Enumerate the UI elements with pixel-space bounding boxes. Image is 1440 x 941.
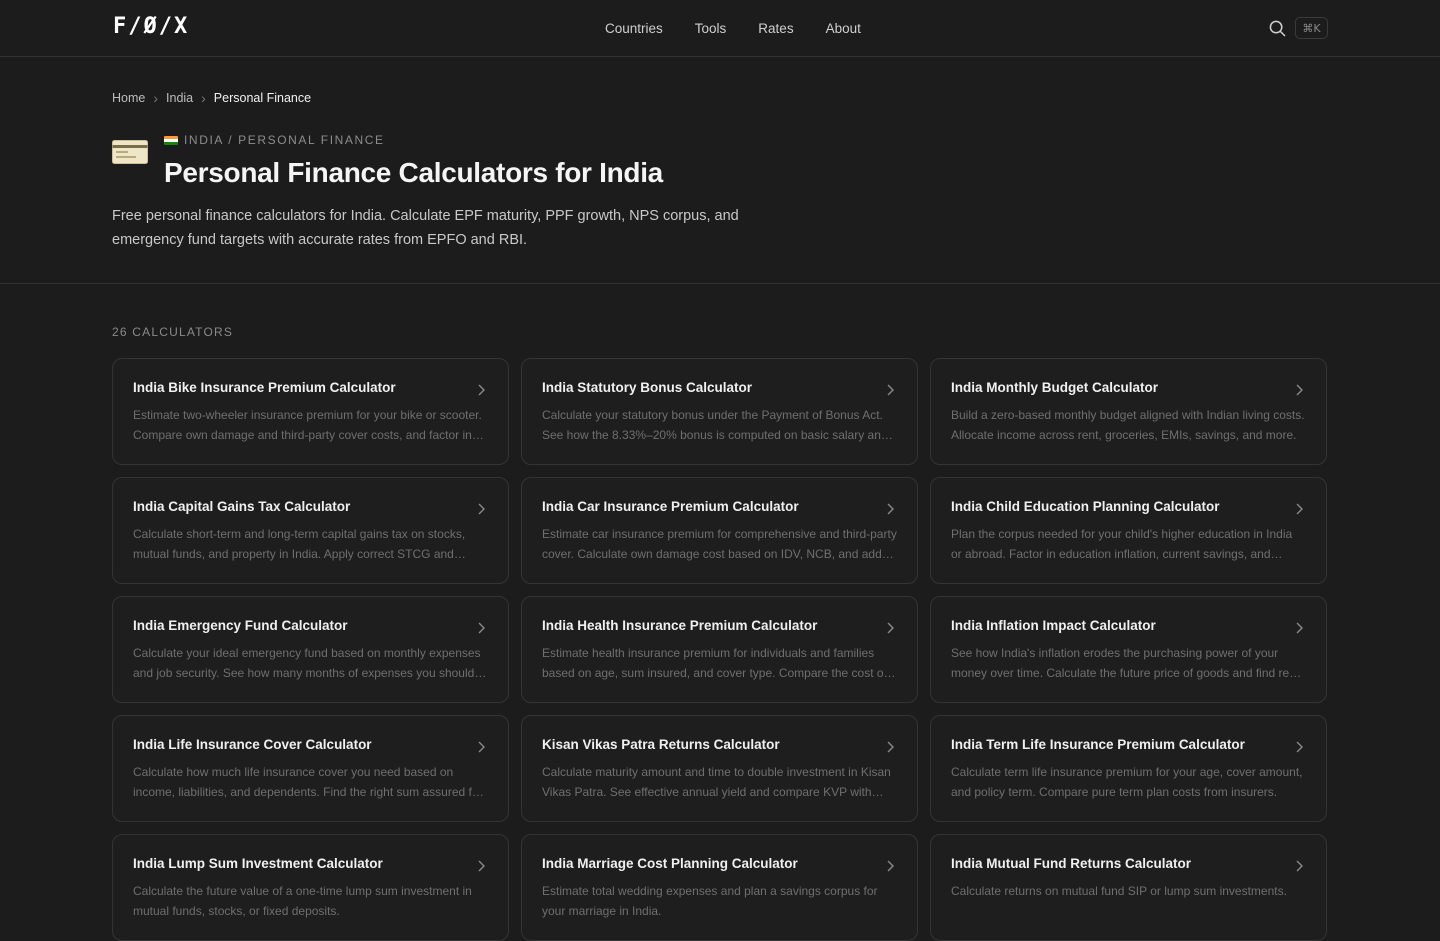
calculator-count: 26 CALCULATORS <box>112 325 234 339</box>
page-title: Personal Finance Calculators for India <box>164 157 663 188</box>
chevron-right-icon <box>478 741 485 753</box>
chevron-right-icon <box>478 860 485 872</box>
calculator-card[interactable]: India Child Education Planning Calculato… <box>930 477 1327 584</box>
nav-link-about[interactable]: About <box>826 20 861 38</box>
card-description: Plan the corpus needed for your child's … <box>951 527 1293 561</box>
card-title: Kisan Vikas Patra Returns Calculator <box>542 737 780 752</box>
chevron-right-icon <box>887 860 894 872</box>
credit-card-icon <box>112 140 148 164</box>
card-title: India Bike Insurance Premium Calculator <box>133 380 396 395</box>
chevron-right-icon <box>1296 622 1303 634</box>
card-title: India Lump Sum Investment Calculator <box>133 856 383 871</box>
card-title: India Inflation Impact Calculator <box>951 618 1156 633</box>
breadcrumb-home[interactable]: Home <box>112 91 145 105</box>
card-description: See how India's inflation erodes the pur… <box>951 646 1299 680</box>
section-divider <box>0 283 1440 284</box>
card-title: India Term Life Insurance Premium Calcul… <box>951 737 1245 752</box>
card-title: India Health Insurance Premium Calculato… <box>542 618 818 633</box>
page-description: Free personal finance calculators for In… <box>112 208 739 248</box>
india-flag-icon <box>164 135 178 145</box>
chevron-right-icon <box>1296 503 1303 515</box>
command-k-shortcut[interactable]: ⌘K <box>1295 17 1328 39</box>
chevron-right-icon <box>887 503 894 515</box>
calculator-card[interactable]: India Monthly Budget Calculator Build a z… <box>930 358 1327 465</box>
hero-eyebrow: INDIA / PERSONAL FINANCE <box>164 133 385 147</box>
chevron-right-icon <box>887 741 894 753</box>
calculator-card[interactable]: India Mutual Fund Returns Calculator Calc… <box>930 834 1327 941</box>
card-title: India Statutory Bonus Calculator <box>542 380 753 395</box>
calculator-card[interactable]: India Emergency Fund Calculator Calculate… <box>112 596 509 703</box>
chevron-right-icon <box>478 503 485 515</box>
card-title: India Car Insurance Premium Calculator <box>542 499 799 514</box>
card-description: Calculate your ideal emergency fund base… <box>133 646 481 680</box>
top-navigation-bar: F/Ø/X Countries Tools Rates About ⌘K <box>0 0 1440 57</box>
chevron-right-icon <box>478 384 485 396</box>
card-description: Calculate how much life insurance cover … <box>133 765 483 799</box>
card-description: Estimate car insurance premium for compr… <box>542 527 897 561</box>
calculator-card[interactable]: India Life Insurance Cover Calculator Cal… <box>112 715 509 822</box>
chevron-right-icon <box>1296 384 1303 396</box>
chevron-right-icon <box>1296 860 1303 872</box>
card-description: Estimate two-wheeler insurance premium f… <box>133 408 482 442</box>
calculator-card[interactable]: India Lump Sum Investment Calculator Calc… <box>112 834 509 941</box>
card-title: India Emergency Fund Calculator <box>133 618 348 633</box>
chevron-right-icon <box>887 622 894 634</box>
main-nav: Countries Tools Rates About <box>605 20 861 38</box>
card-description: Calculate the future value of a one-time… <box>133 884 472 918</box>
calculator-card[interactable]: India Car Insurance Premium Calculator Es… <box>521 477 918 584</box>
calculator-card[interactable]: India Health Insurance Premium Calculato… <box>521 596 918 703</box>
chevron-right-icon: › <box>153 90 159 106</box>
breadcrumb: Home › India › Personal Finance <box>112 89 311 107</box>
card-title: India Mutual Fund Returns Calculator <box>951 856 1192 871</box>
breadcrumb-current: Personal Finance <box>213 91 312 105</box>
card-title: India Marriage Cost Planning Calculator <box>542 856 798 871</box>
card-description: Estimate total wedding expenses and plan… <box>542 884 878 918</box>
card-description: Calculate maturity amount and time to do… <box>542 765 891 799</box>
card-description: Calculate your statutory bonus under the… <box>542 408 888 442</box>
card-title: India Life Insurance Cover Calculator <box>133 737 372 752</box>
calculator-card[interactable]: India Term Life Insurance Premium Calcul… <box>930 715 1327 822</box>
chevron-right-icon <box>478 622 485 634</box>
card-description: Calculate term life insurance premium fo… <box>951 765 1303 799</box>
calculator-card[interactable]: India Capital Gains Tax Calculator Calcul… <box>112 477 509 584</box>
breadcrumb-india[interactable]: India <box>166 91 193 105</box>
card-description: Calculate short-term and long-term capit… <box>133 527 466 561</box>
calculator-card[interactable]: Kisan Vikas Patra Returns Calculator Calc… <box>521 715 918 822</box>
card-description: Estimate health insurance premium for in… <box>542 646 887 680</box>
card-title: India Capital Gains Tax Calculator <box>133 499 351 514</box>
chevron-right-icon <box>887 384 894 396</box>
site-logo[interactable]: F/Ø/X <box>113 16 189 38</box>
calculator-card[interactable]: India Inflation Impact Calculator See how… <box>930 596 1327 703</box>
chevron-right-icon: › <box>201 90 206 106</box>
card-description: Calculate returns on mutual fund SIP or … <box>951 884 1287 898</box>
chevron-right-icon <box>1296 741 1303 753</box>
calculator-card[interactable]: India Marriage Cost Planning Calculator E… <box>521 834 918 941</box>
card-title: India Monthly Budget Calculator <box>951 380 1159 395</box>
nav-link-countries[interactable]: Countries <box>605 20 663 38</box>
search-icon[interactable] <box>1268 19 1287 38</box>
card-title: India Child Education Planning Calculato… <box>951 499 1220 514</box>
eyebrow-text: INDIA / PERSONAL FINANCE <box>184 133 385 147</box>
nav-link-tools[interactable]: Tools <box>695 20 727 38</box>
calculator-card[interactable]: India Statutory Bonus Calculator Calculat… <box>521 358 918 465</box>
nav-link-rates[interactable]: Rates <box>758 20 793 38</box>
card-description: Build a zero-based monthly budget aligne… <box>951 408 1305 442</box>
calculator-grid: India Bike Insurance Premium Calculator E… <box>112 358 1328 941</box>
calculator-card[interactable]: India Bike Insurance Premium Calculator E… <box>112 358 509 465</box>
